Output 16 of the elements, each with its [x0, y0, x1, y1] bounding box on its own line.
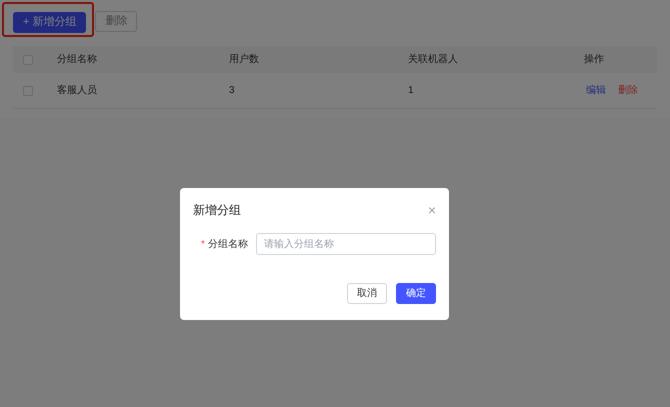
add-group-button[interactable]: + 新增分组	[13, 12, 86, 33]
cancel-button[interactable]: 取消	[347, 283, 387, 304]
table-cell: 客服人员	[57, 85, 97, 96]
column-header: 操作	[584, 54, 604, 65]
column-header: 用户数	[229, 54, 259, 65]
column-header: 关联机器人	[408, 54, 458, 65]
group-name-input[interactable]: 请输入分组名称	[256, 233, 436, 255]
column-header: 分组名称	[57, 54, 97, 65]
required-mark: *	[201, 238, 205, 252]
edit-link[interactable]: 编辑	[586, 83, 606, 98]
dialog-title: 新增分组	[193, 202, 241, 219]
table-cell: 1	[408, 85, 414, 96]
delete-link[interactable]: 删除	[618, 83, 638, 98]
table-cell: 3	[229, 85, 235, 96]
confirm-button[interactable]: 确定	[396, 283, 436, 304]
field-label: 分组名称	[208, 238, 248, 252]
